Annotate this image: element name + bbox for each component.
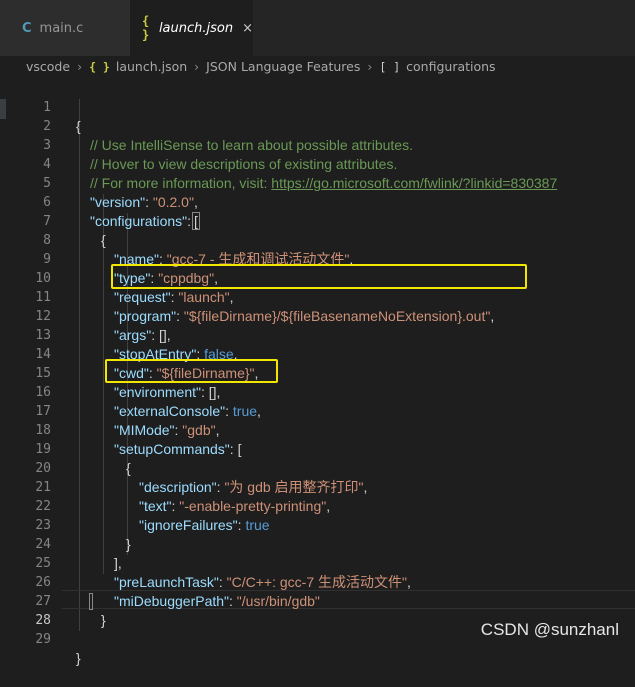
json-file-icon: { } [142, 14, 150, 42]
code-line[interactable]: 24 ], [0, 516, 635, 571]
chevron-right-icon: › [367, 59, 373, 74]
array-symbol-icon: [ ] [379, 59, 401, 74]
code-line[interactable]: 23 } [0, 497, 635, 552]
breadcrumb: vscode › { } launch.json › JSON Language… [0, 56, 635, 77]
c-file-icon: C [22, 20, 32, 36]
code-line[interactable]: 17 "MIMode": "gdb", [0, 383, 635, 438]
code-line[interactable]: 22 "ignoreFailures": true [0, 478, 635, 533]
tab-launch-json[interactable]: { } launch.json × [130, 0, 253, 56]
code-line[interactable]: 13 "stopAtEntry": false, [0, 307, 635, 362]
code-line[interactable]: 25 "preLaunchTask": "C/C++: gcc-7 生成活动文件… [0, 535, 635, 590]
chevron-right-icon: › [77, 59, 83, 74]
bracket-cursor [89, 593, 93, 610]
tab-main-c[interactable]: C main.c [0, 0, 130, 56]
code-line[interactable]: 20 "description": "为 gdb 启用整齐打印", [0, 440, 635, 495]
code-line[interactable]: 15 "environment": [], [0, 345, 635, 400]
tab-bar: C main.c { } launch.json × [0, 0, 635, 56]
json-file-icon: { } [89, 59, 110, 74]
code-line[interactable]: 8 "name": "gcc-7 - 生成和调试活动文件", [0, 212, 635, 267]
breadcrumb-node[interactable]: configurations [406, 59, 495, 74]
breadcrumb-file[interactable]: launch.json [116, 59, 187, 74]
highlight-box-program [111, 264, 527, 289]
code-line[interactable]: 2 // Use IntelliSense to learn about pos… [0, 98, 635, 153]
breadcrumb-schema[interactable]: JSON Language Features [206, 59, 360, 74]
code-line[interactable]: 9 "type": "cppdbg", [0, 231, 635, 286]
chevron-right-icon: › [194, 59, 200, 74]
code-line[interactable]: 26 "miDebuggerPath": "/usr/bin/gdb" [0, 554, 635, 609]
code-line[interactable]: 7 { [0, 193, 635, 248]
brace: } [76, 650, 81, 666]
tab-label: main.c [39, 20, 84, 36]
code-editor[interactable]: 1 { 2 // Use IntelliSense to learn about… [0, 77, 635, 666]
code-line[interactable]: 12 "args": [], [0, 288, 635, 343]
code-line[interactable]: 3 // Hover to view descriptions of exist… [0, 117, 635, 172]
code-line[interactable]: 18 "setupCommands": [ [0, 402, 635, 457]
code-line[interactable]: 4 // For more information, visit: https:… [0, 136, 635, 191]
code-line[interactable]: 14 "cwd": "${fileDirname}", [0, 326, 635, 381]
code-line[interactable]: 21 "text": "-enable-pretty-printing", [0, 459, 635, 514]
code-line[interactable]: 19 { [0, 421, 635, 476]
code-line[interactable]: 5 "version": "0.2.0", [0, 155, 635, 210]
code-line[interactable]: 1 { [0, 79, 635, 134]
code-line[interactable]: 16 "externalConsole": true, [0, 364, 635, 419]
code-line[interactable]: 27 } [0, 573, 635, 628]
close-icon[interactable]: × [242, 21, 253, 36]
tab-label: launch.json [158, 20, 234, 36]
code-line[interactable]: 28 [0, 592, 635, 628]
code-line[interactable]: 6 "configurations":[ [0, 174, 635, 230]
breadcrumb-folder[interactable]: vscode [26, 59, 70, 74]
line-number: 29 [35, 632, 51, 647]
watermark: CSDN @sunzhanl [480, 620, 619, 639]
highlight-box-externalconsole [105, 359, 278, 383]
